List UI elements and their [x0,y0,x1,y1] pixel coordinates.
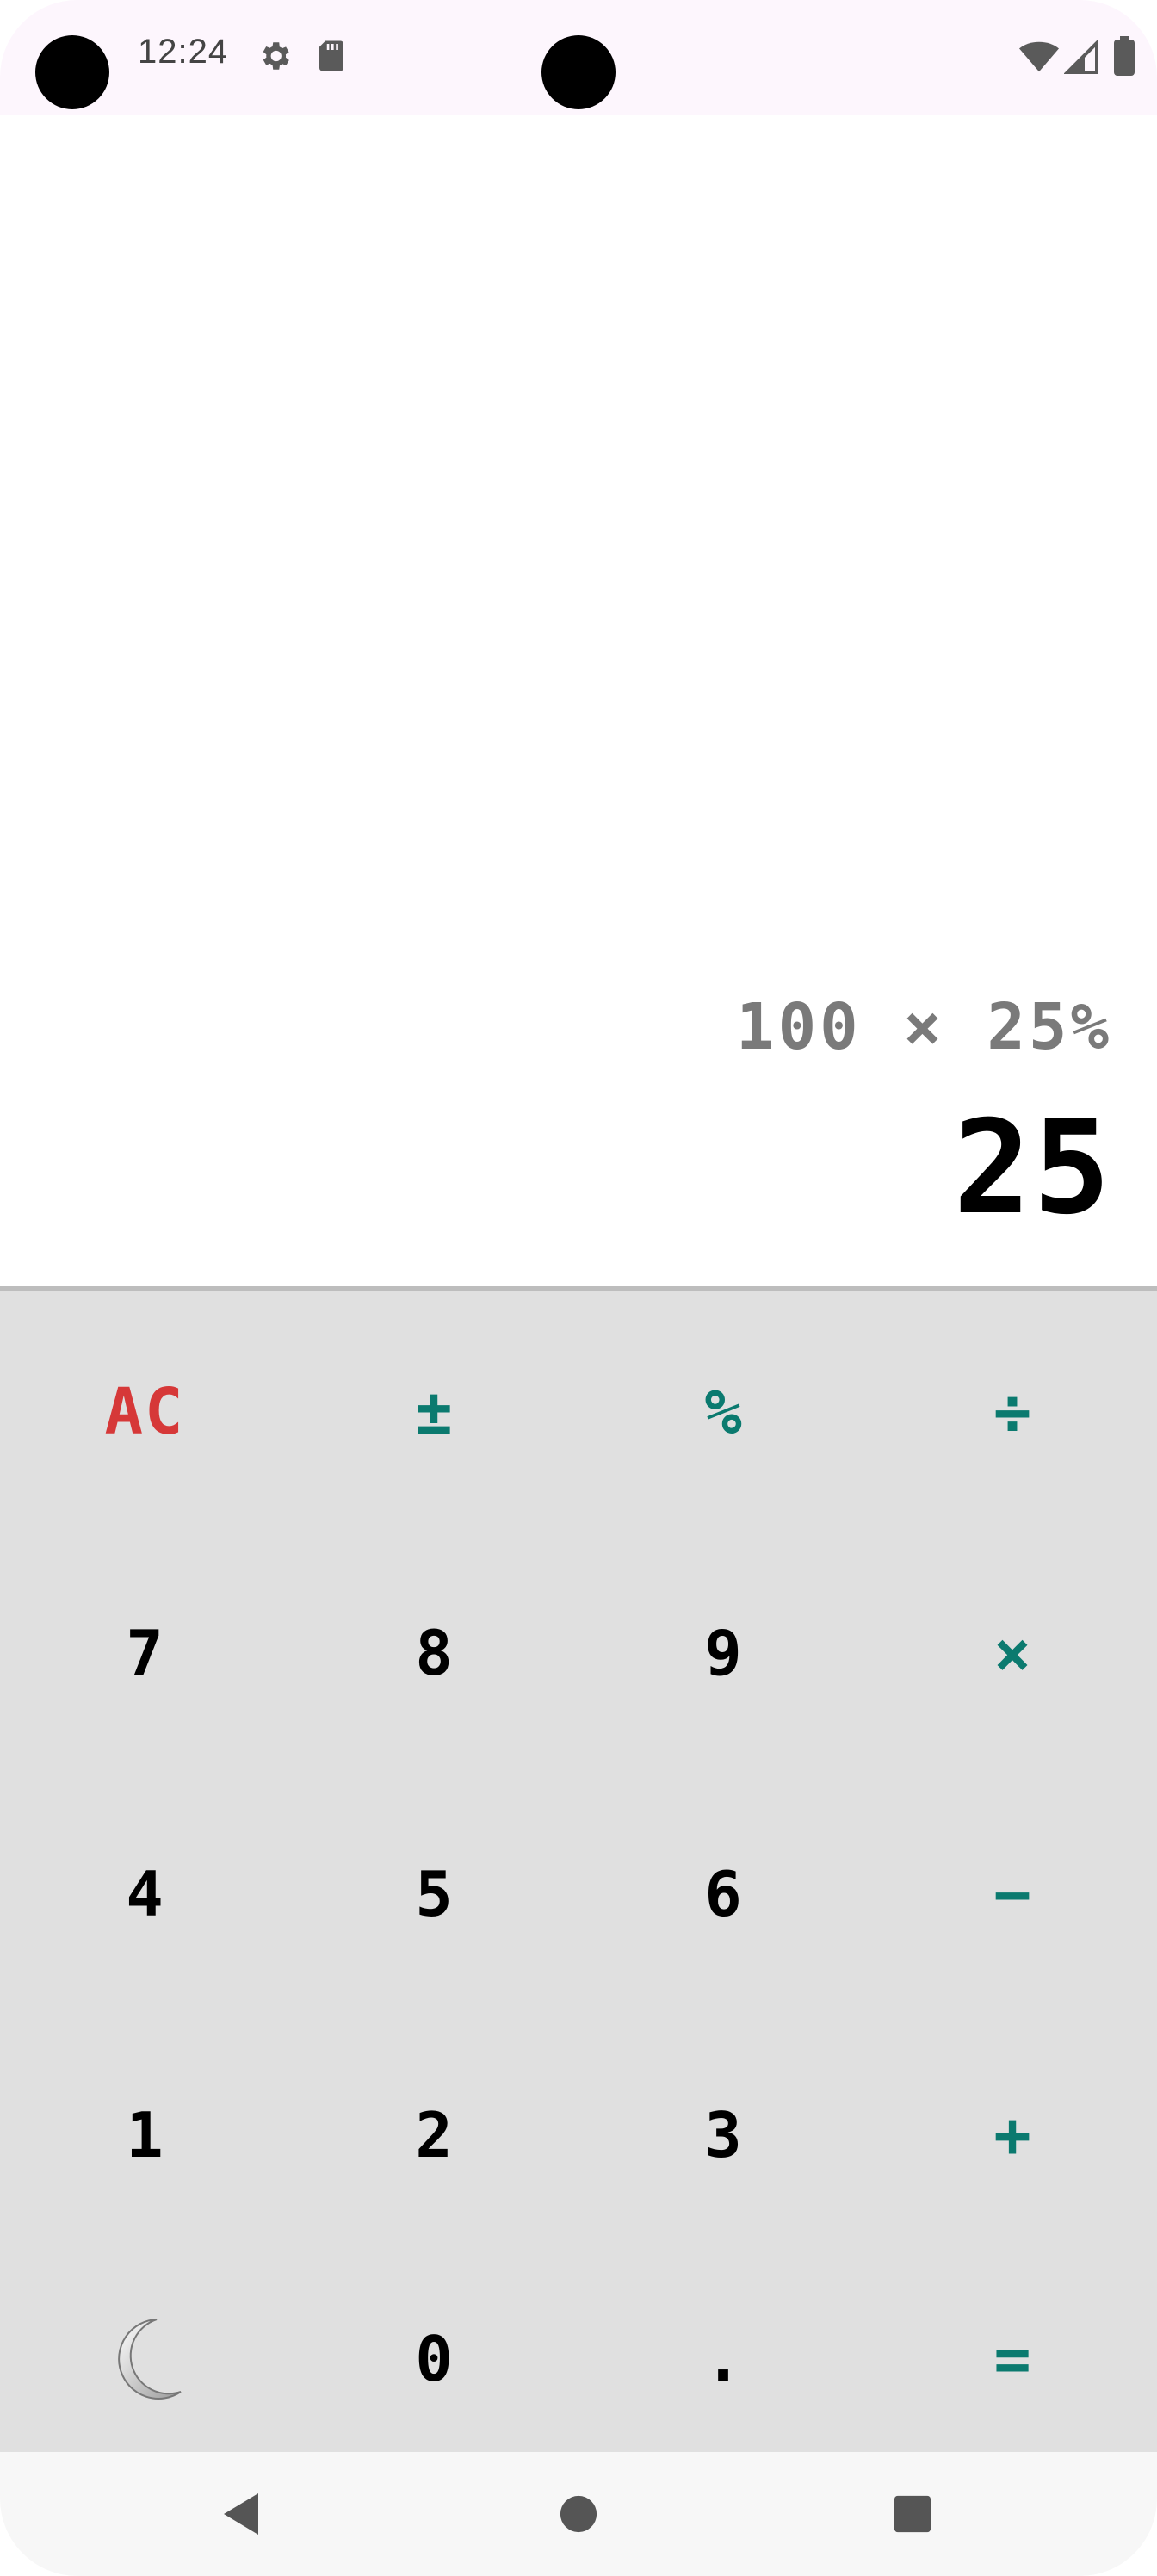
result-text: 25 [953,1093,1112,1243]
key-label: 3 [704,2099,742,2171]
key-label: + [993,2099,1031,2171]
key-label: 6 [704,1858,742,1930]
back-button[interactable] [181,2452,301,2576]
key-label: = [993,2323,1031,2395]
key-label: ± [415,1376,453,1448]
key-equals[interactable]: = [868,2239,1157,2480]
recents-button[interactable] [852,2452,973,2576]
key-plus-minus[interactable]: ± [289,1291,578,1533]
key-clear[interactable]: AC [0,1291,289,1533]
camera-cutout-center [541,35,616,109]
keypad: AC ±% ÷ 7 8 9 × 4 5 6 − 1 2 3 +0. = [0,1291,1157,2452]
key-minus[interactable]: − [868,1774,1157,2015]
key-digit-1[interactable]: 1 [0,2015,289,2256]
key-label: 5 [415,1858,453,1930]
key-label: 8 [415,1617,453,1689]
key-digit-4[interactable]: 4 [0,1774,289,2015]
status-time: 12:24 [138,33,229,71]
camera-cutout-left [35,35,109,109]
key-multiply[interactable]: × [868,1533,1157,1774]
key-digit-8[interactable]: 8 [289,1533,578,1774]
key-decimal[interactable]: . [578,2239,868,2480]
wifi-icon [1019,40,1059,77]
key-label: . [704,2323,742,2395]
settings-icon [257,38,293,77]
moon-icon [118,2319,182,2400]
home-icon [560,2495,597,2533]
key-digit-3[interactable]: 3 [578,2015,868,2256]
expression-text: 100 × 25% [736,990,1112,1064]
key-digit-5[interactable]: 5 [289,1774,578,2015]
key-label: ÷ [993,1376,1031,1448]
sd-card-icon [315,38,348,77]
key-digit-6[interactable]: 6 [578,1774,868,2015]
home-button[interactable] [518,2452,639,2576]
key-label: − [993,1858,1031,1930]
recents-icon [894,2495,931,2533]
status-bar: 12:24 [0,0,1157,115]
key-label: 4 [126,1858,164,1930]
key-label: 9 [704,1617,742,1689]
key-label: 1 [126,2099,164,2171]
key-plus[interactable]: + [868,2015,1157,2256]
navigation-bar [0,2452,1157,2576]
back-icon [224,2493,258,2535]
key-divide[interactable]: ÷ [868,1291,1157,1533]
key-digit-2[interactable]: 2 [289,2015,578,2256]
key-label: 2 [415,2099,453,2171]
key-label: % [704,1376,742,1448]
key-digit-0[interactable]: 0 [289,2239,578,2480]
phone-screen: 12:24 100 × 25% 25 AC ±% ÷ 7 8 9 × 4 5 6 − 1 2 3 +0. = [0,0,1157,2576]
cellular-signal-icon [1063,39,1098,77]
key-label: AC [104,1375,185,1449]
key-percent[interactable]: % [578,1291,868,1533]
key-label: × [993,1617,1031,1689]
theme-toggle-button[interactable] [0,2239,289,2480]
key-digit-9[interactable]: 9 [578,1533,868,1774]
battery-icon [1114,36,1135,79]
key-label: 0 [415,2323,453,2395]
key-digit-7[interactable]: 7 [0,1533,289,1774]
key-label: 7 [126,1617,164,1689]
